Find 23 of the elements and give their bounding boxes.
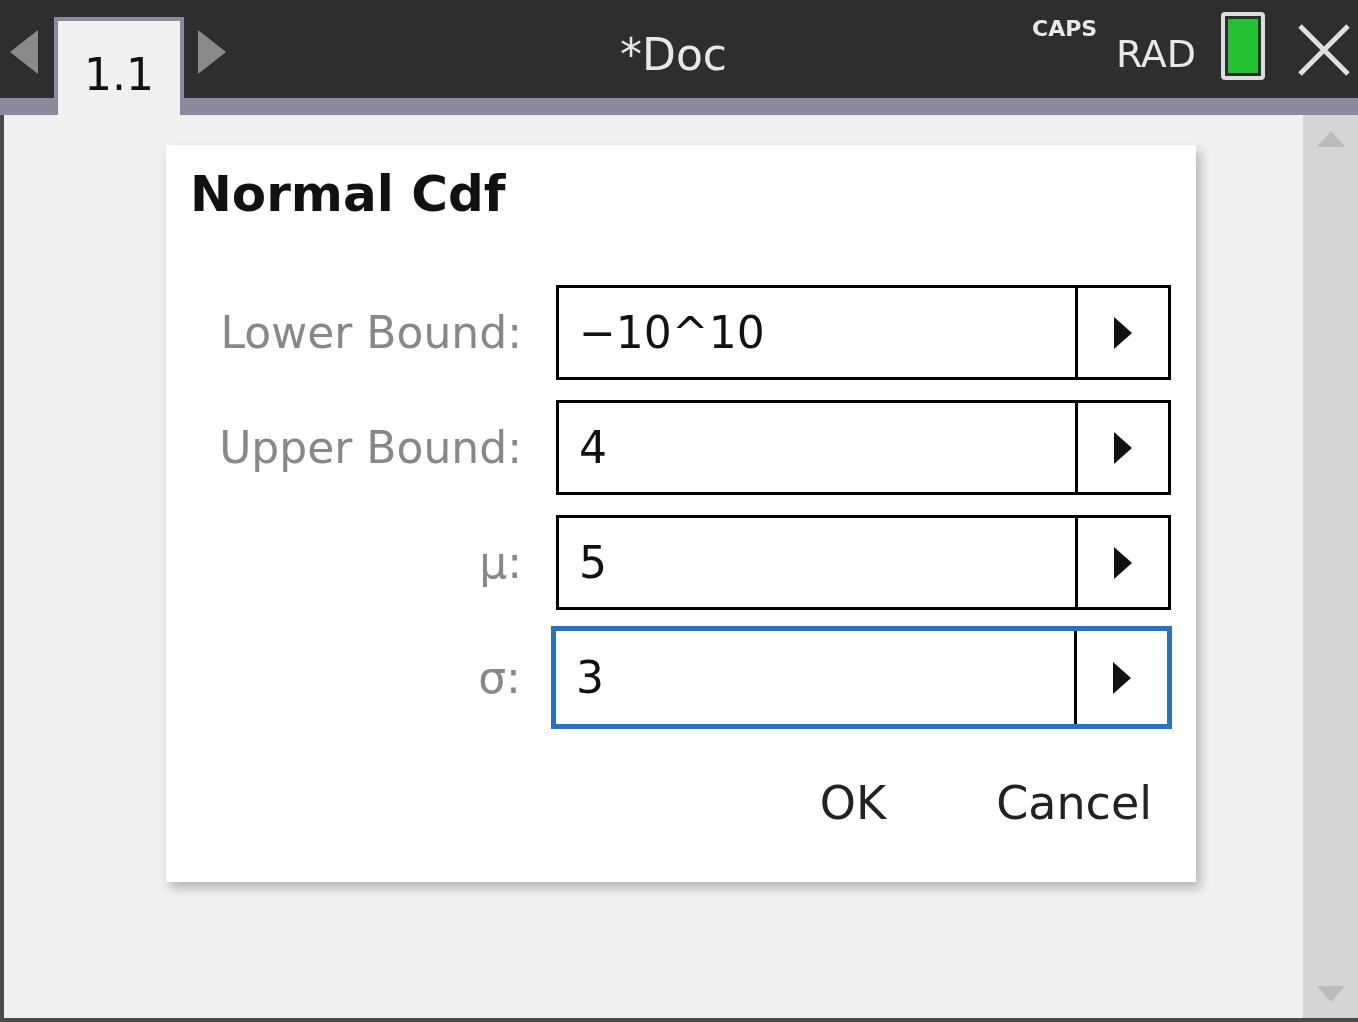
field-label: σ: xyxy=(477,650,521,705)
field-value: −10^10 xyxy=(578,305,766,360)
next-tab-icon[interactable] xyxy=(198,30,228,74)
close-icon[interactable] xyxy=(1296,22,1352,78)
angle-mode: RAD xyxy=(1116,31,1197,78)
document-title: *Doc xyxy=(620,28,727,82)
field-label: Lower Bound: xyxy=(219,305,522,360)
input-field[interactable]: 3 xyxy=(550,626,1172,729)
caps-indicator: CAPS xyxy=(1032,15,1098,43)
page-tab[interactable]: 1.1 xyxy=(54,17,184,115)
field-label: μ: xyxy=(478,535,522,590)
input-field[interactable]: 5 xyxy=(556,515,1171,610)
field-value: 3 xyxy=(574,650,605,705)
field-label: Upper Bound: xyxy=(218,420,522,475)
input-field[interactable]: −10^10 xyxy=(556,285,1171,380)
input-field[interactable]: 4 xyxy=(556,400,1171,495)
dialog-button[interactable]: Cancel xyxy=(996,769,1152,838)
previous-tab-icon[interactable] xyxy=(10,30,40,74)
field-value: 4 xyxy=(578,420,608,475)
dialog-title: Normal Cdf xyxy=(190,164,507,225)
dialog-button[interactable]: OK xyxy=(819,769,887,838)
field-value: 5 xyxy=(578,535,608,590)
battery-icon xyxy=(1221,12,1265,80)
